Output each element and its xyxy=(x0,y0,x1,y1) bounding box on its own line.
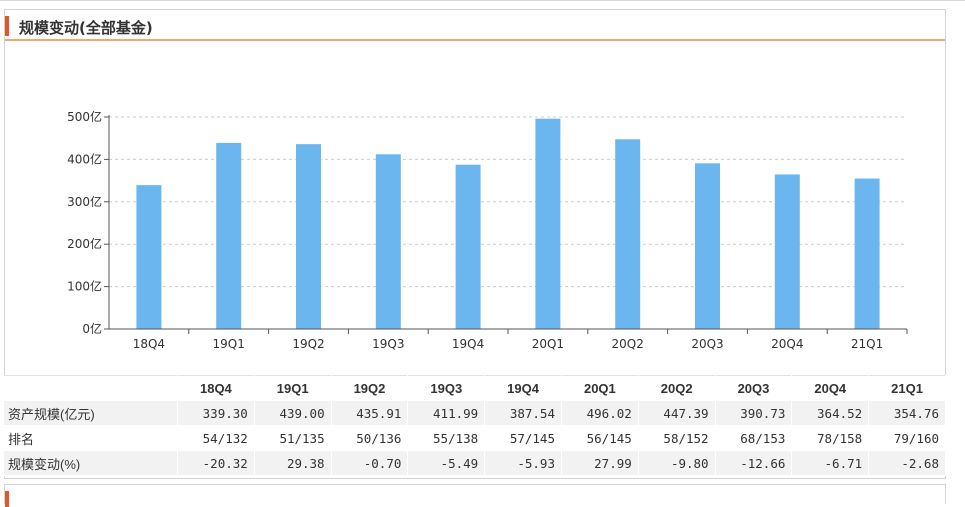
table-cell: -2.68 xyxy=(868,450,946,476)
bar xyxy=(774,174,800,329)
table-cell: -6.71 xyxy=(791,450,870,476)
table-column-header: 21Q1 xyxy=(868,375,946,401)
table-cell: -5.93 xyxy=(484,450,562,476)
table-cell: 78/158 xyxy=(791,425,870,451)
table-row: 规模变动(%) -20.32 29.38 -0.70 -5.49 -5.93 27.99 -9… xyxy=(4,450,946,476)
table-column-header: 19Q1 xyxy=(254,375,332,401)
table-column-header: 19Q4 xyxy=(484,375,562,401)
bar xyxy=(296,144,321,329)
y-tick-label: 200亿 xyxy=(67,236,102,251)
next-panel-edge xyxy=(4,484,946,507)
table-row: 排名 54/132 51/135 50/136 55/138 57/145 56/145 58… xyxy=(4,425,946,451)
table-cell: 51/135 xyxy=(254,425,332,451)
bar xyxy=(375,154,401,329)
bar xyxy=(455,164,481,329)
next-panel-accent-bar xyxy=(5,491,9,507)
table-column-header: 20Q3 xyxy=(715,375,793,401)
table-column-header: 20Q2 xyxy=(638,375,716,401)
table-cell: 54/132 xyxy=(177,425,255,451)
x-tick-label: 21Q1 xyxy=(851,337,883,351)
table-cell: -20.32 xyxy=(177,450,255,476)
table-cell: 68/153 xyxy=(715,425,793,451)
row-label: 资产规模(亿元) xyxy=(4,400,178,426)
table-cell: 364.52 xyxy=(791,400,870,426)
y-tick-label: 0亿 xyxy=(82,321,102,336)
y-tick-label: 500亿 xyxy=(67,109,102,124)
table-cell: 79/160 xyxy=(868,425,946,451)
table-cell: 50/136 xyxy=(331,425,409,451)
y-tick-label: 100亿 xyxy=(67,279,102,294)
row-label: 规模变动(%) xyxy=(4,450,178,476)
x-tick-label: 19Q1 xyxy=(213,337,245,351)
y-tick-label: 400亿 xyxy=(67,151,102,166)
table-cell: 447.39 xyxy=(638,400,716,426)
table-cell: 439.00 xyxy=(254,400,332,426)
table-cell: -0.70 xyxy=(331,450,409,476)
table-cell: -5.49 xyxy=(407,450,486,476)
x-tick-label: 19Q2 xyxy=(292,337,324,351)
table-cell: -9.80 xyxy=(638,450,716,476)
top-divider xyxy=(0,0,965,1)
table-cell: 411.99 xyxy=(407,400,486,426)
table-cell: 27.99 xyxy=(561,450,639,476)
table-column-header: 18Q4 xyxy=(177,375,255,401)
table-cell: 29.38 xyxy=(254,450,332,476)
table-corner-cell xyxy=(4,375,178,401)
table-cell: 58/152 xyxy=(638,425,716,451)
bar xyxy=(695,163,720,329)
table-cell: 354.76 xyxy=(868,400,946,426)
table-row: 资产规模(亿元) 339.30 439.00 435.91 411.99 387.54 49… xyxy=(4,400,946,426)
table-column-header: 19Q2 xyxy=(331,375,409,401)
table-cell: -12.66 xyxy=(715,450,793,476)
table-column-header: 20Q1 xyxy=(561,375,639,401)
table-cell: 435.91 xyxy=(331,400,409,426)
x-tick-label: 19Q4 xyxy=(452,337,484,351)
table-cell: 496.02 xyxy=(561,400,639,426)
table-cell: 390.73 xyxy=(715,400,793,426)
table-cell: 57/145 xyxy=(484,425,562,451)
x-tick-label: 20Q2 xyxy=(612,337,644,351)
table-body: 资产规模(亿元) 339.30 439.00 435.91 411.99 387.54 49… xyxy=(4,400,946,476)
x-tick-label: 18Q4 xyxy=(133,337,165,351)
table-cell: 56/145 xyxy=(561,425,639,451)
row-label: 排名 xyxy=(4,425,178,451)
scale-data-table: 18Q4 19Q1 19Q2 19Q3 19Q4 20Q1 20Q2 20Q3 20Q4 21Q1… xyxy=(4,375,946,476)
x-tick-label: 19Q3 xyxy=(372,337,404,351)
table-cell: 55/138 xyxy=(407,425,486,451)
y-tick-label: 300亿 xyxy=(67,194,102,209)
bar-chart: 0亿 100亿 200亿 300亿 400亿 500亿 18Q4 19Q1 19Q2 19Q3 19… xyxy=(67,109,908,351)
bar xyxy=(854,178,880,329)
bar xyxy=(136,185,162,329)
bar xyxy=(615,139,641,329)
x-tick-label: 20Q3 xyxy=(691,337,723,351)
table-column-header: 20Q4 xyxy=(791,375,870,401)
x-tick-label: 20Q4 xyxy=(771,337,803,351)
bar xyxy=(216,142,242,329)
table-header-row: 18Q4 19Q1 19Q2 19Q3 19Q4 20Q1 20Q2 20Q3 20Q4 21Q1 xyxy=(4,375,946,401)
bar xyxy=(535,118,561,329)
table-cell: 339.30 xyxy=(177,400,255,426)
table-cell: 387.54 xyxy=(484,400,562,426)
table-column-header: 19Q3 xyxy=(407,375,486,401)
x-tick-label: 20Q1 xyxy=(532,337,564,351)
